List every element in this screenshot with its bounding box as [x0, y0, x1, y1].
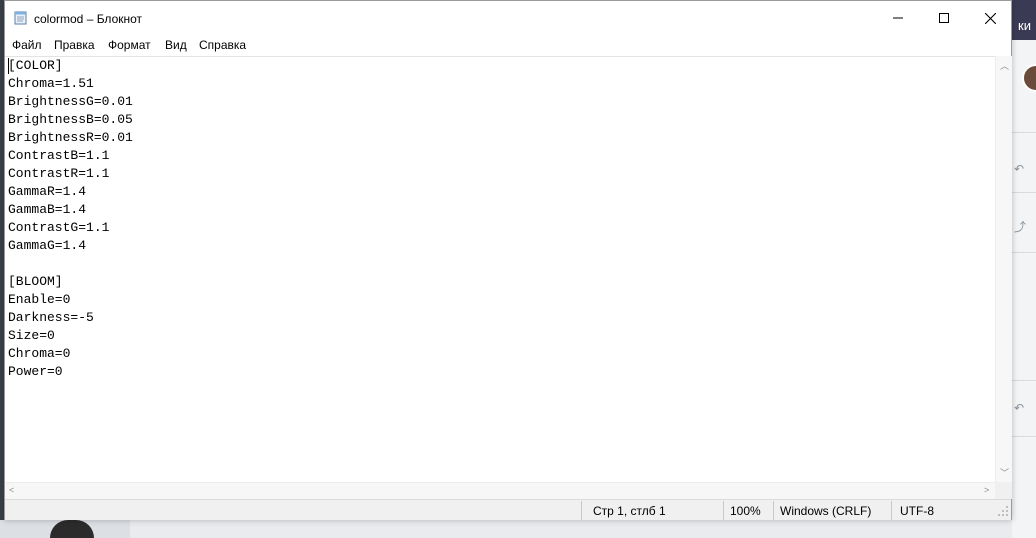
horizontal-scrollbar[interactable]: < > [5, 482, 995, 499]
status-line-endings: Windows (CRLF) [780, 504, 872, 518]
scroll-down-icon[interactable]: ﹀ [1000, 466, 1009, 479]
status-bar: Стр 1, стлб 1 100% Windows (CRLF) UTF-8 [5, 499, 1011, 520]
status-zoom: 100% [730, 504, 761, 518]
status-cursor-position: Стр 1, стлб 1 [593, 504, 666, 518]
vertical-scrollbar[interactable]: ︿ ﹀ [995, 56, 1012, 482]
status-divider [723, 501, 724, 520]
status-divider [891, 501, 892, 520]
resize-grip-icon[interactable] [997, 505, 1009, 517]
background-divider [1012, 380, 1036, 381]
menu-bar: Файл Правка Формат Вид Справка [5, 35, 1011, 55]
minimize-icon [893, 17, 903, 19]
window-title: colormod – Блокнот [34, 12, 143, 26]
background-app-header: ки [1012, 0, 1036, 40]
scroll-left-icon[interactable]: < [9, 485, 14, 495]
maximize-icon [939, 13, 949, 23]
status-encoding: UTF-8 [900, 504, 934, 518]
title-bar[interactable]: colormod – Блокнот [5, 1, 1011, 35]
maximize-button[interactable] [921, 1, 967, 35]
minimize-button[interactable] [875, 1, 921, 35]
reply-icon: ↶ [1014, 162, 1025, 176]
editor-text[interactable]: [COLOR] Chroma=1.51 BrightnessG=0.01 Bri… [8, 57, 133, 381]
share-icon: ⤴ [1014, 220, 1027, 234]
notepad-window: colormod – Блокнот Файл Правка Формат Ви… [4, 0, 1012, 520]
scroll-corner [995, 482, 1012, 499]
background-divider [1012, 252, 1036, 253]
menu-view[interactable]: Вид [165, 38, 187, 52]
status-divider [581, 501, 582, 520]
background-divider [1012, 132, 1036, 133]
status-divider [773, 501, 774, 520]
menu-edit[interactable]: Правка [54, 38, 95, 52]
text-editor[interactable]: [COLOR] Chroma=1.51 BrightnessG=0.01 Bri… [5, 56, 995, 483]
scroll-up-icon[interactable]: ︿ [1000, 59, 1009, 72]
menu-file[interactable]: Файл [12, 38, 42, 52]
background-header-text: ки [1018, 18, 1031, 33]
background-divider [1012, 192, 1036, 193]
close-icon [984, 12, 996, 24]
background-divider [1012, 436, 1036, 437]
text-caret [8, 58, 9, 74]
reply-icon: ↶ [1014, 401, 1025, 415]
scroll-right-icon[interactable]: > [984, 485, 989, 495]
close-button[interactable] [967, 1, 1013, 35]
notepad-icon [14, 11, 27, 25]
menu-format[interactable]: Формат [108, 38, 151, 52]
menu-help[interactable]: Справка [199, 38, 246, 52]
